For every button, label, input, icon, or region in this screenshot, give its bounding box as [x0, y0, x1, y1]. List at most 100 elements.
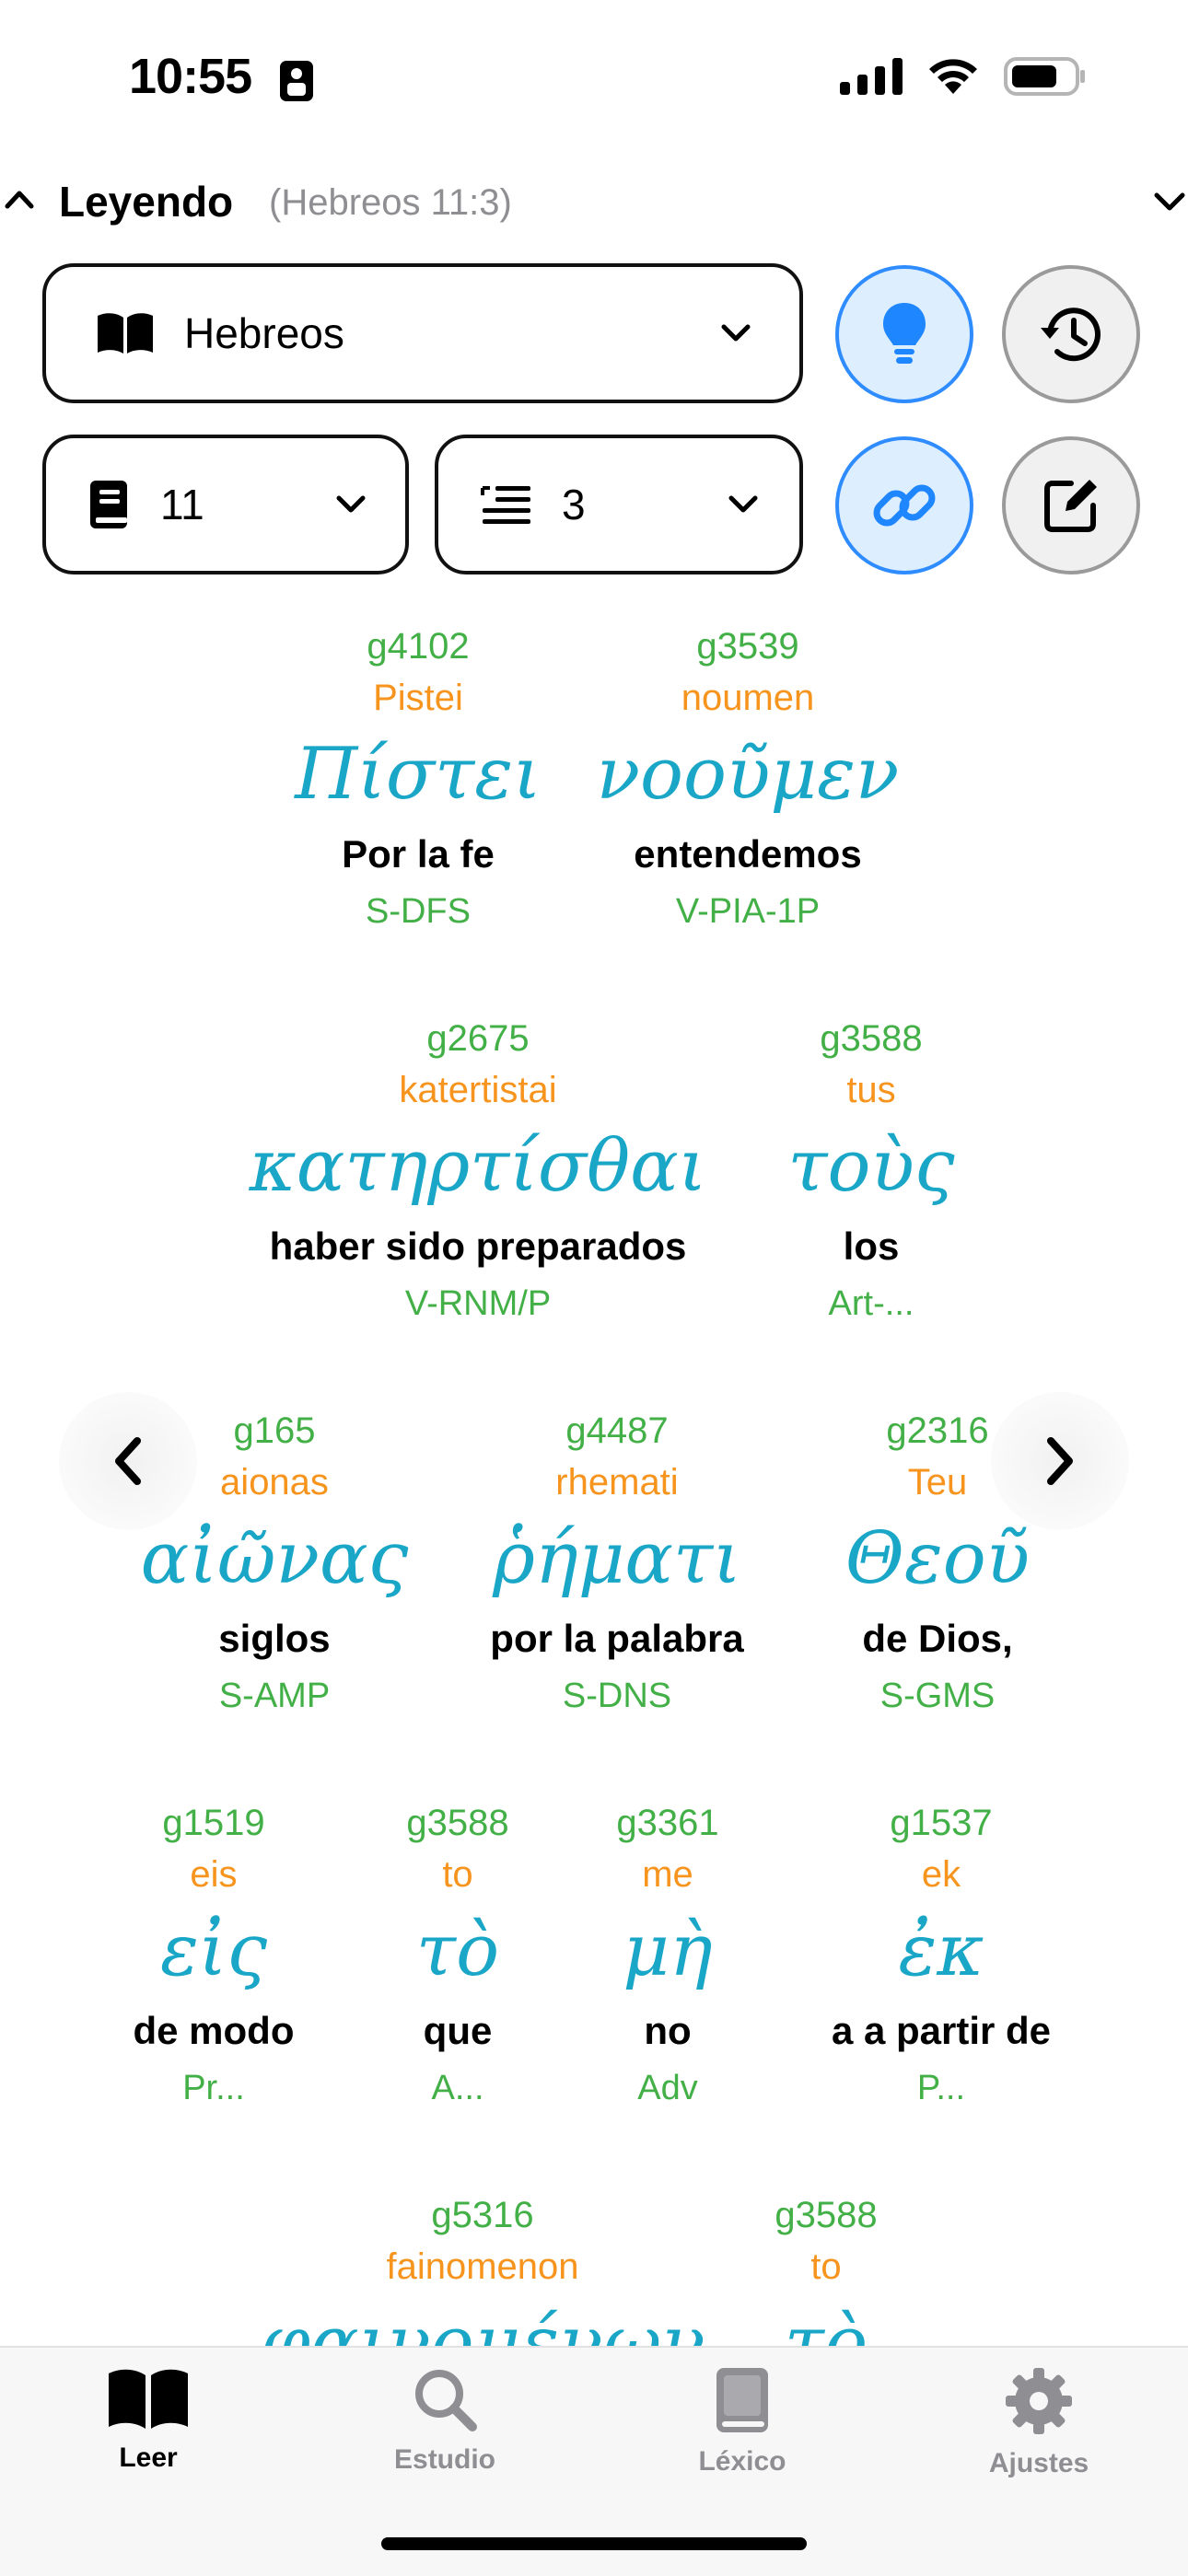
previous-verse-button[interactable] — [59, 1392, 197, 1530]
greek-word: μὴ — [623, 1909, 713, 1992]
spanish-gloss: Por la fe — [342, 832, 495, 876]
greek-word: ἐκ — [898, 1909, 984, 1992]
strong-number: g4102 — [367, 626, 470, 667]
verse-selector[interactable]: 3 — [435, 435, 803, 574]
book-label: Hebreos — [184, 309, 344, 357]
spanish-gloss: no — [644, 2009, 692, 2052]
book-selector[interactable]: Hebreos — [42, 263, 803, 403]
spanish-gloss: de modo — [133, 2009, 295, 2052]
transliteration: noumen — [681, 678, 815, 718]
transliteration: to — [442, 1854, 473, 1895]
history-clock-icon — [1041, 307, 1101, 362]
chapter-book-icon — [90, 481, 127, 528]
transliteration: me — [642, 1854, 693, 1895]
compose-icon — [1044, 480, 1097, 532]
strong-number: g3539 — [696, 626, 799, 667]
hint-toggle-button[interactable] — [835, 265, 973, 403]
tab-estudio[interactable]: Estudio — [353, 2366, 537, 2476]
chapter-selector[interactable]: 11 — [42, 435, 409, 574]
morphology-code: S-GMS — [879, 1677, 996, 1715]
morphology-code: S-DNS — [562, 1677, 672, 1715]
interlinear-word[interactable]: g4487 rhemati ῥήματι por la palabra S-DNS — [490, 1405, 743, 1723]
transliteration: tus — [846, 1070, 896, 1110]
greek-word: νοοῦμεν — [596, 733, 900, 816]
spanish-gloss: siglos — [218, 1617, 331, 1660]
tab-ajustes[interactable]: Ajustes — [947, 2366, 1131, 2479]
morphology-code: Pr... — [182, 2069, 245, 2107]
book-open-icon — [109, 2369, 188, 2429]
interlinear-word[interactable]: g3588 to τὸ que A... — [406, 1797, 508, 2116]
interlinear-word[interactable]: g3361 me μὴ no Adv — [616, 1797, 718, 2116]
wifi-icon — [929, 59, 977, 94]
interlinear-word[interactable]: g2675 katertistai κατηρτίσθαι haber sido pr… — [250, 1013, 707, 1331]
lexicon-book-icon — [716, 2368, 768, 2432]
strong-number: g3588 — [775, 2195, 878, 2235]
morphology-code: Adv — [637, 2069, 698, 2107]
transliteration: katertistai — [399, 1070, 557, 1110]
chevron-down-icon — [336, 495, 366, 513]
spanish-gloss: a a partir de — [831, 2009, 1052, 2052]
greek-word: Πίστει — [295, 733, 542, 816]
morphology-code: V-RNM/P — [404, 1284, 552, 1323]
history-button[interactable] — [1002, 265, 1140, 403]
verse-lines-icon — [481, 486, 530, 524]
edit-note-button[interactable] — [1002, 436, 1140, 574]
interlinear-word[interactable]: g1519 eis εἰς de modo Pr... — [134, 1797, 295, 2116]
gear-icon — [1006, 2368, 1072, 2434]
interlinear-word[interactable]: g4102 Pistei Πίστει Por la fe S-DFS — [295, 621, 541, 939]
greek-word: τὸ — [415, 1909, 500, 1992]
greek-word: εἰς — [159, 1909, 268, 1992]
chevron-down-icon — [728, 495, 758, 513]
transliteration: eis — [190, 1854, 238, 1895]
link-button[interactable] — [835, 436, 973, 574]
strong-number: g3588 — [820, 1018, 923, 1059]
interlinear-word[interactable]: g3539 noumen νοοῦμεν entendemos V-PIA-1P — [597, 621, 900, 939]
status-time: 10:55 — [129, 49, 252, 104]
verse-label: 3 — [562, 481, 586, 528]
reading-title: Leyendo — [59, 178, 234, 226]
spanish-gloss: de Dios, — [862, 1617, 1013, 1660]
spanish-gloss: entendemos — [634, 832, 862, 876]
spanish-gloss: haber sido preparados — [269, 1224, 687, 1268]
morphology-code: S-DFS — [365, 892, 471, 931]
collapse-chevron-icon[interactable] — [4, 188, 35, 215]
tab-label: Ajustes — [988, 2448, 1089, 2478]
cellular-signal-icon — [840, 58, 903, 95]
morphology-code: Art-... — [828, 1284, 914, 1323]
book-open-icon — [98, 313, 153, 354]
strong-number: g1537 — [890, 1803, 993, 1843]
link-icon — [873, 484, 936, 527]
strong-number: g3361 — [616, 1803, 719, 1843]
status-lock-badge — [278, 59, 315, 108]
greek-word: ῥήματι — [493, 1517, 741, 1600]
tab-lexico[interactable]: Léxico — [650, 2366, 834, 2477]
morphology-code: V-PIA-1P — [675, 892, 821, 931]
next-verse-button[interactable] — [991, 1392, 1129, 1530]
strong-number: g3588 — [406, 1803, 509, 1843]
chapter-label: 11 — [160, 481, 204, 528]
expand-chevron-icon[interactable] — [1151, 190, 1188, 218]
tab-label: Leer — [119, 2443, 178, 2473]
greek-word: κατηρτίσθαι — [249, 1125, 707, 1208]
spanish-gloss: por la palabra — [490, 1617, 744, 1660]
tab-leer[interactable]: Leer — [56, 2366, 240, 2474]
transliteration: ek — [921, 1854, 961, 1895]
chevron-right-icon — [1047, 1437, 1073, 1485]
tab-label: Léxico — [698, 2446, 786, 2477]
transliteration: rhemati — [555, 1462, 679, 1503]
magnifier-icon — [415, 2370, 477, 2431]
transliteration: fainomenon — [386, 2246, 579, 2287]
interlinear-word[interactable]: g1537 ek ἐκ a a partir de P... — [832, 1797, 1051, 2116]
spanish-gloss: que — [423, 2009, 493, 2052]
reading-reference: (Hebreos 11:3) — [269, 182, 512, 223]
lightbulb-icon — [883, 303, 926, 364]
chevron-left-icon — [115, 1437, 141, 1485]
greek-word: τοὺς — [787, 1125, 955, 1208]
home-indicator — [381, 2537, 807, 2550]
greek-word: Θεοῦ — [844, 1517, 1031, 1600]
interlinear-word[interactable]: g3588 tus τοὺς los Art-... — [787, 1013, 954, 1331]
morphology-code: S-AMP — [218, 1677, 331, 1715]
strong-number: g1519 — [162, 1803, 265, 1843]
strong-number: g4487 — [565, 1410, 669, 1451]
spanish-gloss: los — [843, 1224, 900, 1268]
